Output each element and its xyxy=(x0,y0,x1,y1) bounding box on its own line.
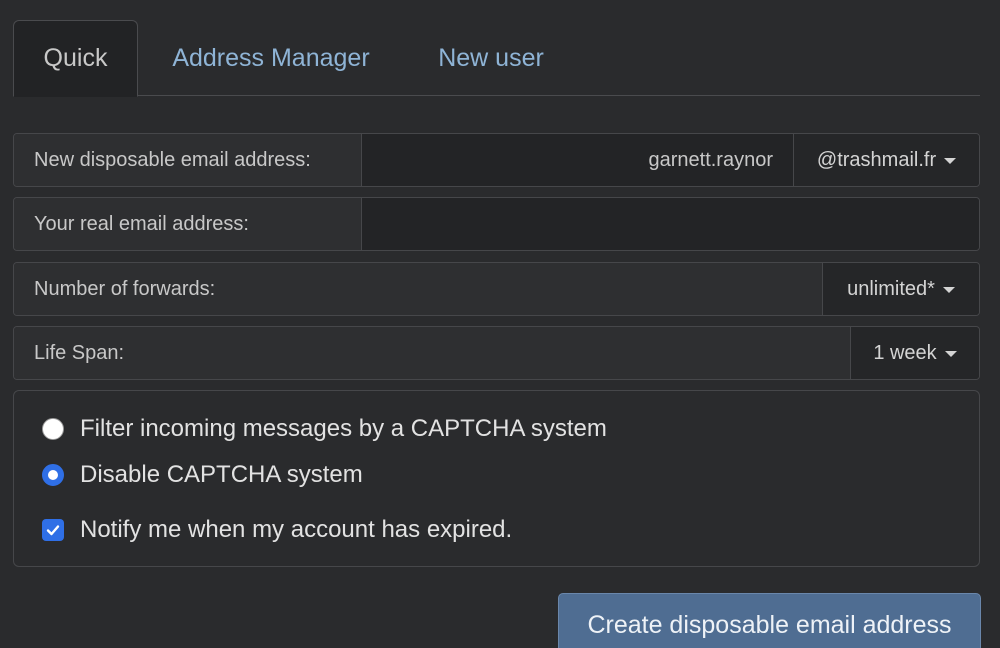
real-email-label: Your real email address: xyxy=(14,198,362,250)
caret-down-icon xyxy=(942,287,955,293)
captcha-filter-option[interactable]: Filter incoming messages by a CAPTCHA sy… xyxy=(42,415,607,443)
tab-new-user[interactable]: New user xyxy=(426,20,556,96)
captcha-disable-label: Disable CAPTCHA system xyxy=(80,461,363,488)
tab-quick[interactable]: Quick xyxy=(13,20,138,97)
caret-down-icon xyxy=(944,158,957,164)
real-email-input[interactable] xyxy=(362,198,979,250)
create-address-button[interactable]: Create disposable email address xyxy=(558,593,981,648)
domain-dropdown-value: @trashmail.fr xyxy=(816,148,937,171)
captcha-disable-option[interactable]: Disable CAPTCHA system xyxy=(42,461,363,489)
captcha-disable-radio[interactable] xyxy=(42,464,64,486)
lifespan-dropdown[interactable]: 1 week xyxy=(850,327,979,379)
domain-dropdown[interactable]: @trashmail.fr xyxy=(793,134,979,186)
options-panel: Filter incoming messages by a CAPTCHA sy… xyxy=(13,390,980,567)
notify-expired-option[interactable]: Notify me when my account has expired. xyxy=(42,516,512,544)
captcha-filter-radio[interactable] xyxy=(42,418,64,440)
notify-expired-label: Notify me when my account has expired. xyxy=(80,516,513,543)
tab-bar: Quick Address Manager New user xyxy=(13,20,980,97)
forwards-row: Number of forwards: unlimited* xyxy=(13,262,980,316)
disposable-address-label: New disposable email address: xyxy=(14,134,362,186)
disposable-address-input[interactable] xyxy=(362,134,793,186)
tab-address-manager[interactable]: Address Manager xyxy=(155,20,387,96)
caret-down-icon xyxy=(944,351,957,357)
real-email-row: Your real email address: xyxy=(13,197,980,251)
lifespan-row: Life Span: 1 week xyxy=(13,326,980,380)
checkmark-icon xyxy=(46,525,60,536)
forwards-dropdown[interactable]: unlimited* xyxy=(822,263,979,315)
forwards-dropdown-value: unlimited* xyxy=(847,277,935,300)
disposable-address-row: New disposable email address: @trashmail… xyxy=(13,133,980,187)
captcha-filter-label: Filter incoming messages by a CAPTCHA sy… xyxy=(80,415,607,442)
forwards-label: Number of forwards: xyxy=(14,263,822,315)
lifespan-dropdown-value: 1 week xyxy=(873,341,937,364)
notify-expired-checkbox[interactable] xyxy=(42,519,64,541)
lifespan-label: Life Span: xyxy=(14,327,850,379)
